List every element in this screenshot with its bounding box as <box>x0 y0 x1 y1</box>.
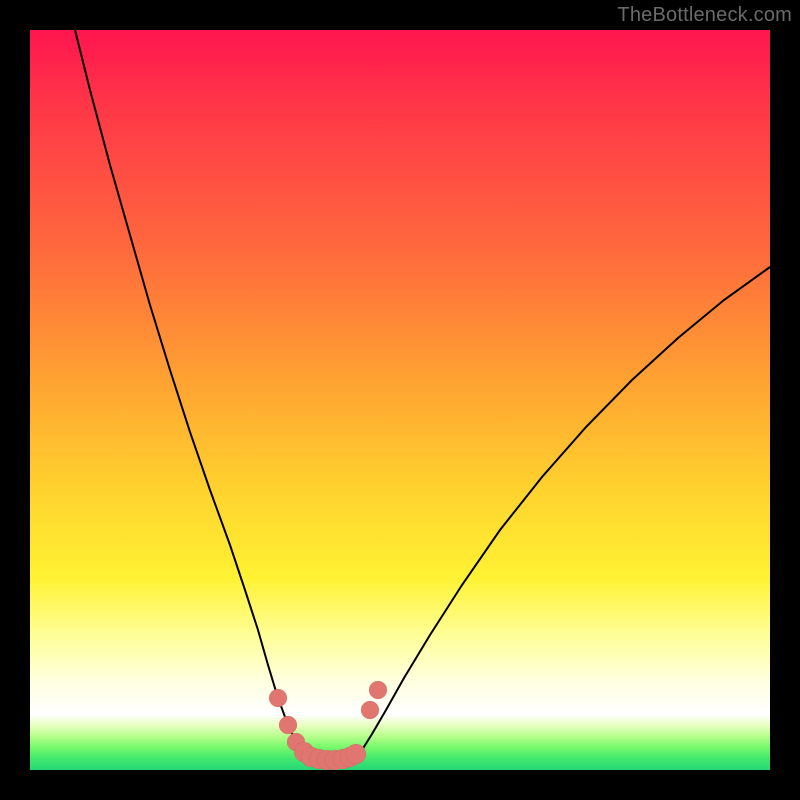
marker-group <box>269 681 387 770</box>
data-marker <box>346 744 366 764</box>
watermark-text: TheBottleneck.com <box>617 4 792 27</box>
marker-layer <box>30 30 770 770</box>
data-marker <box>369 681 387 699</box>
data-marker <box>279 716 297 734</box>
data-marker <box>269 689 287 707</box>
data-marker <box>361 701 379 719</box>
chart-stage: TheBottleneck.com <box>0 0 800 800</box>
plot-area <box>30 30 770 770</box>
